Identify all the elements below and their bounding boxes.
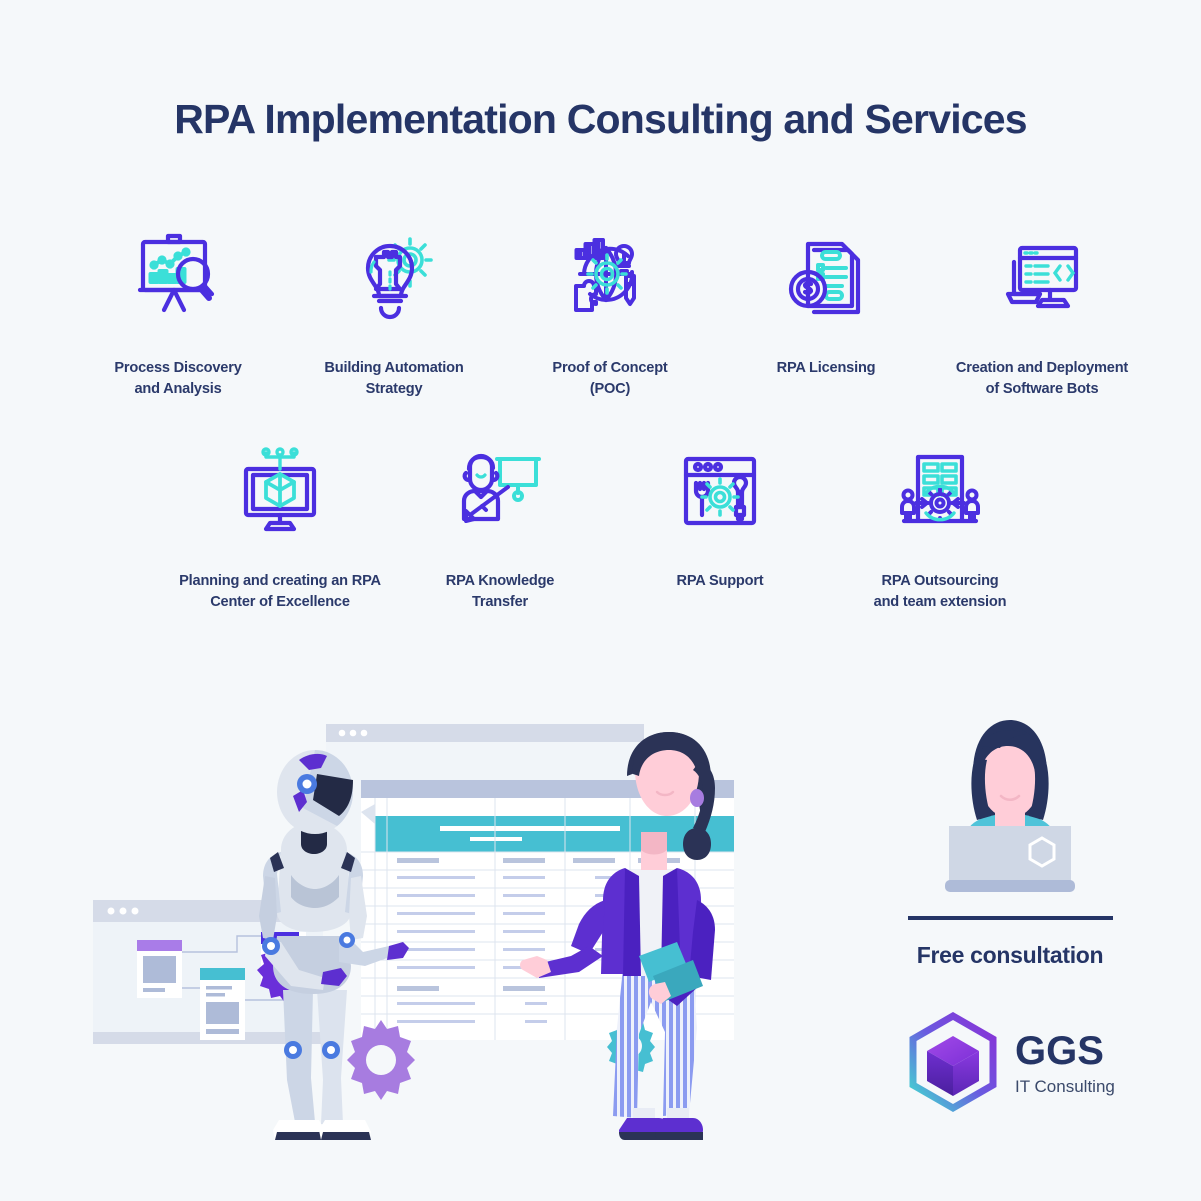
presentation-chart-magnifier-icon [130,228,226,324]
hexagon-cube-logo-icon [909,1011,997,1113]
infographic-page: RPA Implementation Consulting and Servic… [0,0,1201,1201]
document-dollar-coin-icon [778,228,874,324]
service-label: Planning and creating an RPA Center of Ex… [179,573,381,610]
monitor-cube-network-icon [232,443,328,539]
service-item-rpa-licensing[interactable]: RPA Licensing [718,228,934,399]
service-item-rpa-support[interactable]: RPA Support [612,443,828,612]
service-label: RPA Knowledge Transfer [445,573,555,610]
service-item-knowledge-transfer[interactable]: RPA Knowledge Transfer [392,443,608,612]
globe-gear-concept-icon [562,228,658,324]
lightbulb-chess-rook-gear-icon [346,228,442,324]
service-row-1: Process Discovery and Analysis Building … [70,228,1150,399]
service-label: RPA Support [676,573,764,589]
service-item-software-bots[interactable]: Creation and Deployment of Software Bots [934,228,1150,399]
divider [907,916,1113,920]
free-consultation-block[interactable]: Free consultation [880,718,1140,969]
free-consultation-heading: Free consultation [916,942,1104,968]
service-item-building-automation-strategy[interactable]: Building Automation Strategy [286,228,502,399]
service-label: Proof of Concept (POC) [552,360,668,397]
team-building-gear-arrows-icon [892,443,988,539]
page-title: RPA Implementation Consulting and Servic… [174,96,1027,142]
service-item-rpa-outsourcing[interactable]: RPA Outsourcing and team extension [832,443,1048,612]
monitor-code-brackets-icon [994,228,1090,324]
service-label: Process Discovery and Analysis [114,360,242,397]
service-item-proof-of-concept[interactable]: Proof of Concept (POC) [502,228,718,399]
service-label: Creation and Deployment of Software Bots [955,360,1129,397]
service-label: RPA Licensing [776,360,876,376]
service-label: Building Automation Strategy [324,360,464,397]
robot-and-woman-with-spreadsheet-illustration [85,700,765,1140]
service-item-process-discovery[interactable]: Process Discovery and Analysis [70,228,286,399]
service-item-center-of-excellence[interactable]: Planning and creating an RPA Center of Ex… [172,443,388,612]
service-label: RPA Outsourcing and team extension [873,573,1007,610]
woman-at-laptop-icon [880,718,1140,898]
brand-tagline: IT Consulting [1015,1077,1115,1096]
browser-wrench-gear-screwdriver-icon [672,443,768,539]
service-row-2: Planning and creating an RPA Center of Ex… [172,443,1048,612]
brand-name: GGS [1015,1029,1104,1073]
ggs-logo[interactable]: GGS IT Consulting [903,1011,1118,1116]
presenter-whiteboard-icon [452,443,548,539]
